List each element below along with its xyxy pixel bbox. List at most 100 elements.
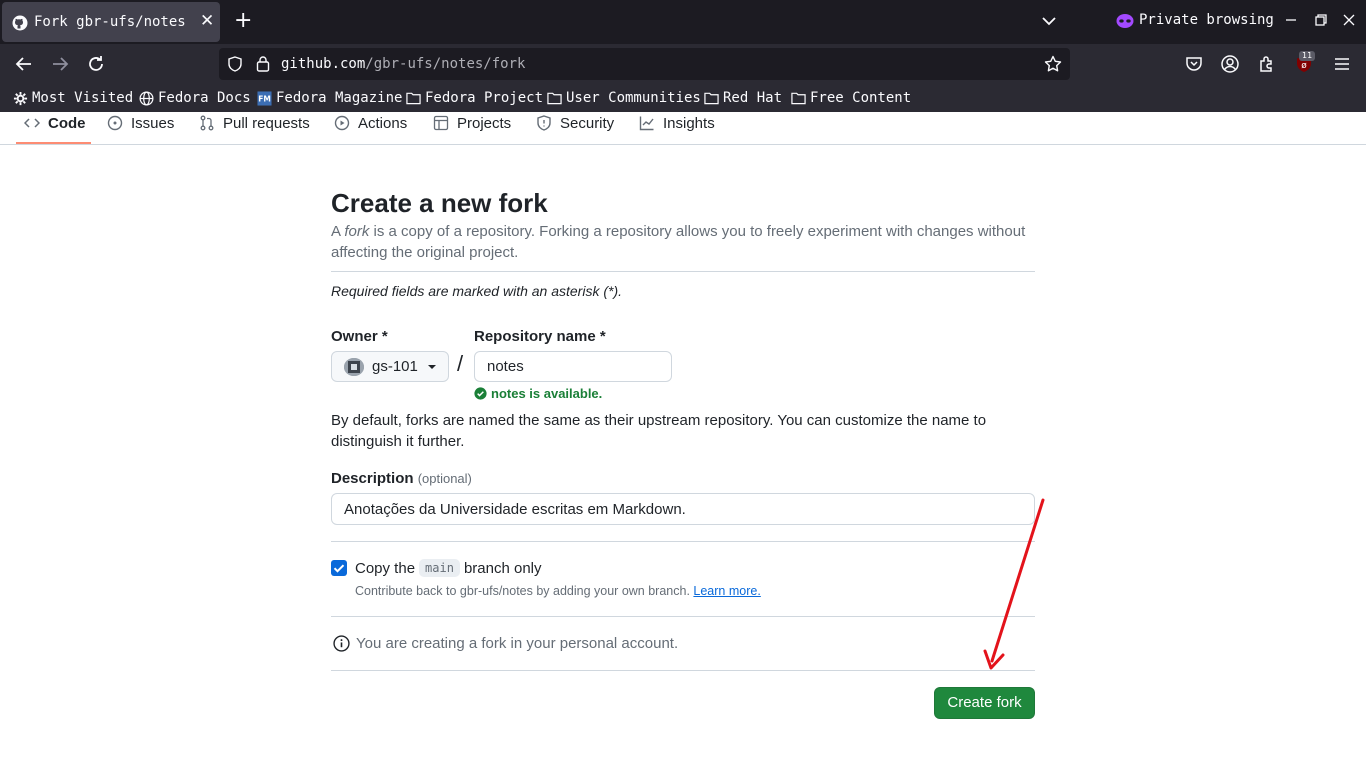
- bookmark-user-communities[interactable]: User Communities: [547, 90, 701, 106]
- owner-label: Owner *: [331, 328, 388, 345]
- tab-projects[interactable]: Projects: [433, 113, 511, 133]
- folder-icon: [406, 92, 421, 105]
- subtitle-emphasis: fork: [344, 223, 370, 240]
- reload-icon[interactable]: [86, 54, 106, 74]
- account-icon[interactable]: [1220, 54, 1240, 74]
- naming-note: By default, forks are named the same as …: [331, 412, 987, 450]
- private-browsing-label: Private browsing: [1139, 12, 1274, 28]
- bookmark-fedora-magazine[interactable]: FM Fedora Magazine: [257, 90, 402, 106]
- branch-name-chip: main: [419, 559, 460, 577]
- availability-message: notes is available.: [474, 386, 602, 401]
- bookmark-label: Most Visited: [32, 90, 134, 106]
- fedora-magazine-icon: FM: [257, 90, 272, 106]
- notice-text: You are creating a fork in your personal…: [356, 635, 679, 652]
- owner-name: gs-101: [372, 358, 418, 375]
- globe-icon: [139, 91, 154, 105]
- extensions-icon[interactable]: [1257, 54, 1277, 74]
- tab-code[interactable]: Code: [24, 113, 86, 133]
- issue-icon: [107, 115, 123, 131]
- copy-suffix: branch only: [463, 559, 542, 577]
- svg-text:ø: ø: [1301, 61, 1307, 71]
- bookmark-fedora-project[interactable]: Fedora Project: [406, 90, 543, 106]
- code-icon: [24, 118, 40, 128]
- bookmarks-toolbar: Most Visited Fedora Docs FM Fedora Magaz…: [0, 84, 1366, 112]
- pocket-icon[interactable]: [1184, 54, 1204, 74]
- contribute-text: Contribute back to gbr-ufs/notes by addi…: [355, 584, 690, 598]
- bookmark-red-hat[interactable]: Red Hat: [704, 90, 782, 106]
- url-bar[interactable]: github.com/gbr-ufs/notes/fork: [219, 48, 1070, 80]
- subtitle-text: is a copy of a repository. Forking a rep…: [331, 223, 1026, 261]
- tab-label: Insights: [663, 114, 715, 132]
- tab-label: Projects: [457, 114, 512, 132]
- tab-insights[interactable]: Insights: [639, 113, 715, 133]
- owner-dropdown[interactable]: gs-101: [331, 351, 449, 382]
- url-host: github.com: [281, 56, 366, 72]
- hamburger-menu-icon[interactable]: [1332, 54, 1352, 74]
- bookmark-free-content[interactable]: Free Content: [791, 90, 911, 106]
- back-arrow-icon[interactable]: [14, 54, 34, 74]
- close-window-icon[interactable]: [1341, 12, 1357, 28]
- tab-title: Fork gbr-ufs/notes: [34, 14, 186, 30]
- description-label-text: Description: [331, 470, 414, 487]
- svg-text:FM: FM: [258, 94, 271, 103]
- avatar: [344, 358, 364, 376]
- tracking-shield-icon[interactable]: [227, 56, 243, 72]
- tab-label: Actions: [358, 114, 408, 132]
- page-title: Create a new fork: [331, 188, 548, 218]
- divider: [331, 541, 1035, 542]
- checkmark-icon: [333, 564, 345, 573]
- bookmark-label: Fedora Docs: [158, 90, 251, 106]
- avatar-image: [344, 358, 364, 376]
- copy-main-branch-checkbox[interactable]: [331, 560, 347, 576]
- table-icon: [433, 115, 449, 131]
- chevron-down-icon[interactable]: [1040, 12, 1058, 30]
- restore-icon[interactable]: [1313, 12, 1329, 28]
- tab-issues[interactable]: Issues: [107, 113, 174, 133]
- navigation-toolbar: github.com/gbr-ufs/notes/fork ø: [0, 44, 1366, 84]
- graph-icon: [639, 116, 654, 131]
- lock-icon[interactable]: [255, 55, 271, 72]
- tab-label: Pull requests: [223, 114, 310, 132]
- divider: [331, 670, 1035, 671]
- tab-strip: Fork gbr-ufs/notes ✕ + Private browsing: [0, 0, 1366, 44]
- folder-icon: [791, 92, 806, 105]
- browser-tab[interactable]: Fork gbr-ufs/notes ✕: [2, 2, 220, 42]
- caret-down-icon: [428, 365, 436, 369]
- shield-icon: [537, 115, 551, 131]
- forward-arrow-icon[interactable]: [50, 54, 70, 74]
- active-tab-underline: [16, 142, 91, 144]
- folder-icon: [547, 92, 562, 105]
- tab-close-icon[interactable]: ✕: [200, 13, 214, 30]
- divider: [331, 616, 1035, 617]
- folder-icon: [704, 92, 719, 105]
- learn-more-link[interactable]: Learn more.: [693, 584, 760, 598]
- bookmark-fedora-docs[interactable]: Fedora Docs: [139, 90, 251, 106]
- gear-icon: [13, 91, 28, 105]
- contribute-hint: Contribute back to gbr-ufs/notes by addi…: [355, 584, 761, 598]
- tab-actions[interactable]: Actions: [334, 113, 407, 133]
- description-input[interactable]: [331, 493, 1035, 525]
- subtitle-prefix: A: [331, 223, 345, 240]
- optional-hint: (optional): [417, 471, 472, 486]
- github-favicon-icon: [12, 15, 28, 31]
- create-fork-button[interactable]: Create fork: [934, 687, 1035, 719]
- personal-account-notice: You are creating a fork in your personal…: [333, 635, 678, 652]
- url-path: /gbr-ufs/notes/fork: [365, 56, 526, 72]
- bookmark-label: Fedora Project: [425, 90, 544, 106]
- tab-label: Security: [560, 114, 615, 132]
- tab-security[interactable]: Security: [536, 113, 614, 133]
- bookmark-most-visited[interactable]: Most Visited: [13, 90, 133, 106]
- bookmark-star-icon[interactable]: [1044, 55, 1062, 73]
- tab-pull-requests[interactable]: Pull requests: [199, 113, 310, 133]
- repository-name-input[interactable]: [474, 351, 672, 382]
- check-circle-icon: [474, 387, 487, 400]
- url-text[interactable]: github.com/gbr-ufs/notes/fork: [281, 56, 525, 72]
- play-icon: [334, 115, 350, 131]
- new-tab-icon[interactable]: +: [234, 9, 252, 33]
- pull-request-icon: [200, 115, 214, 131]
- minimize-icon[interactable]: [1283, 12, 1299, 28]
- copy-prefix: Copy the: [355, 559, 416, 577]
- copy-branch-label[interactable]: Copy the main branch only: [355, 559, 542, 577]
- page-subtitle: A fork is a copy of a repository. Forkin…: [331, 221, 1035, 263]
- divider: [331, 271, 1035, 272]
